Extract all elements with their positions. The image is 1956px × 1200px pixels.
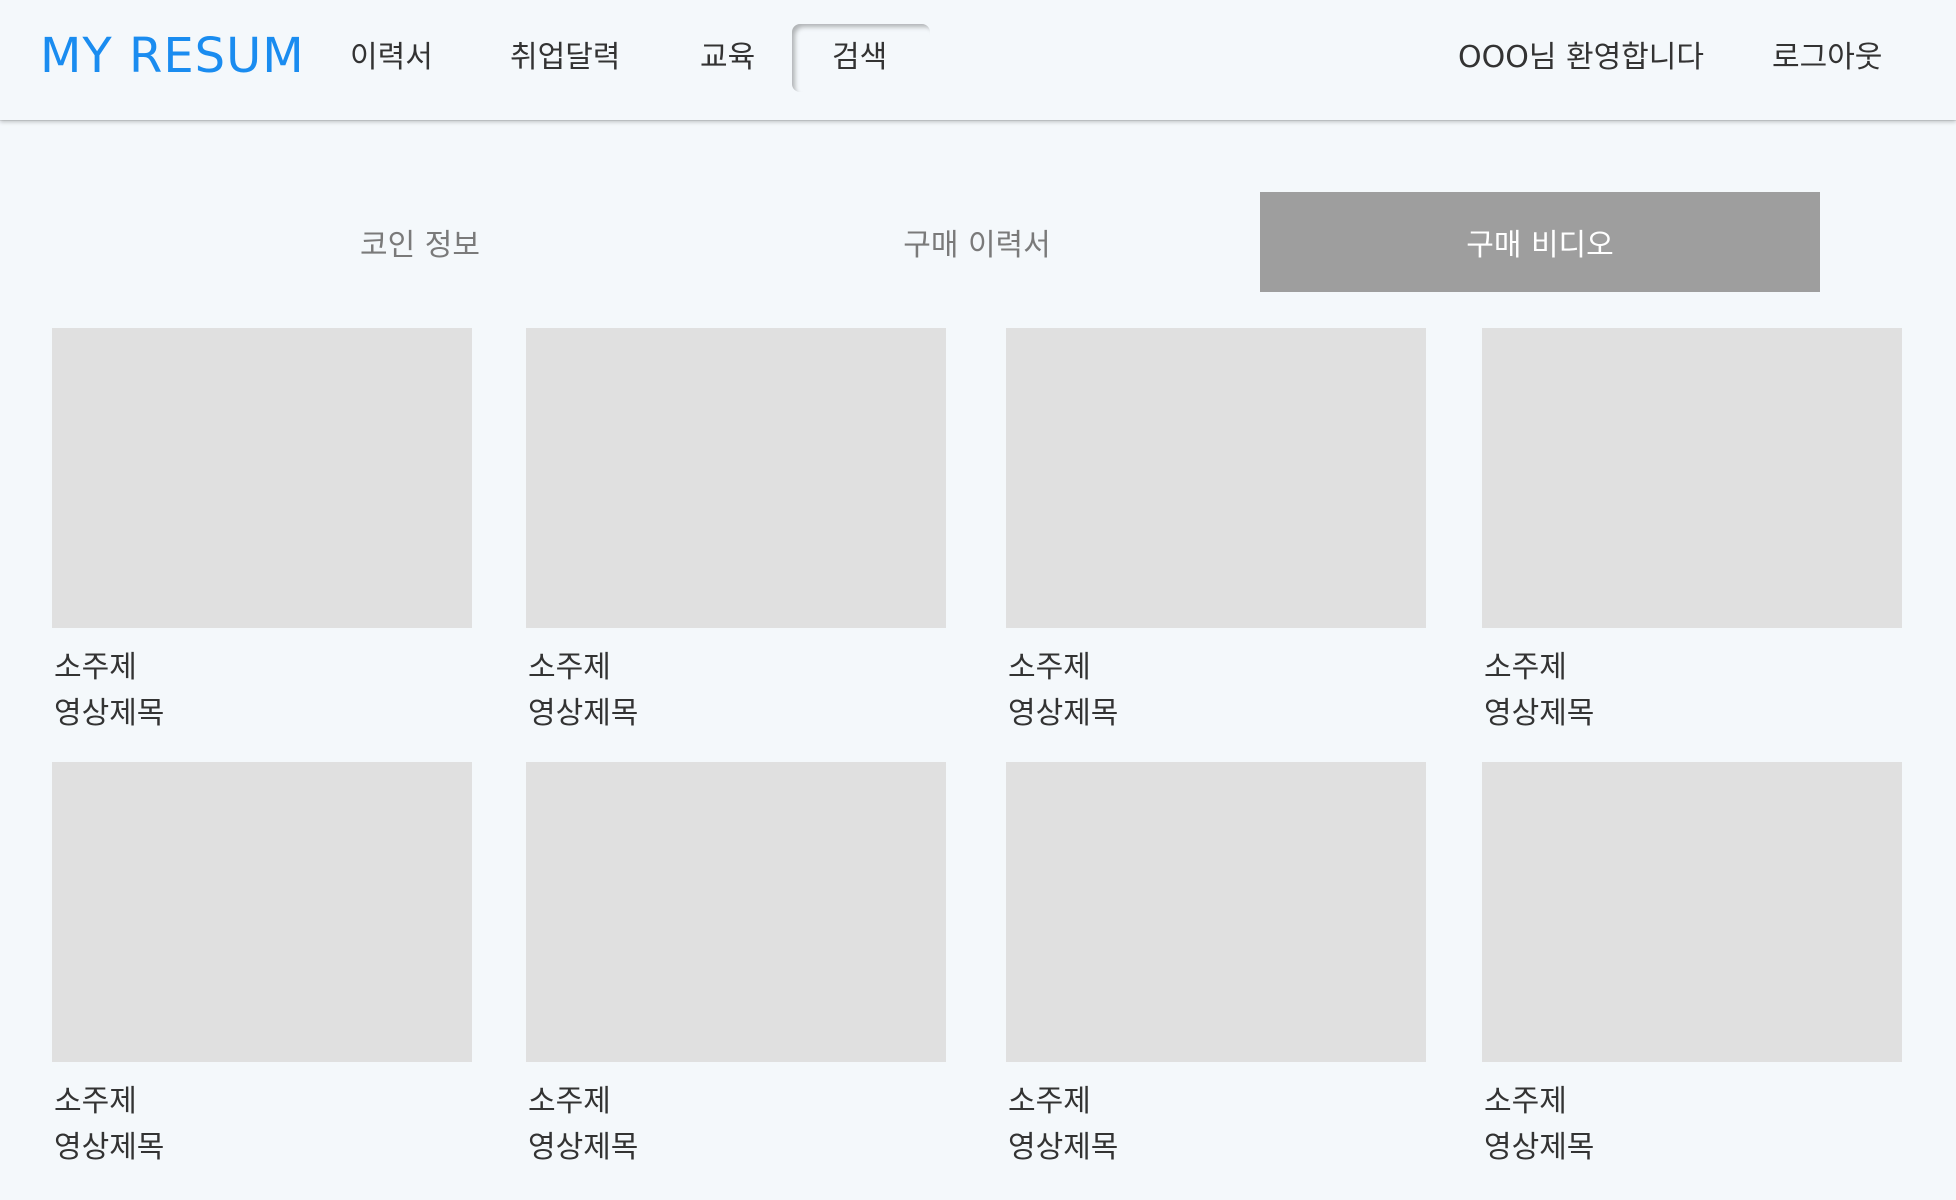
video-thumbnail[interactable] xyxy=(1482,328,1902,628)
nav-search[interactable]: 검색 xyxy=(792,24,930,92)
video-title: 영상제목 xyxy=(54,1130,165,1165)
video-card[interactable]: 소주제 영상제목 xyxy=(52,328,472,748)
top-navigation-bar: MY RESUM 이력서 취업달력 교육 검색 OOO님 환영합니다 로그아웃 xyxy=(0,0,1956,120)
video-thumbnail[interactable] xyxy=(526,762,946,1062)
video-title: 영상제목 xyxy=(1484,1130,1595,1165)
video-title: 영상제목 xyxy=(1484,696,1595,731)
nav-search-label: 검색 xyxy=(832,40,888,75)
nav-resume[interactable]: 이력서 xyxy=(350,36,433,80)
nav-job-calendar[interactable]: 취업달력 xyxy=(510,36,620,80)
nav-education[interactable]: 교육 xyxy=(700,36,755,80)
video-title: 영상제목 xyxy=(54,696,165,731)
video-thumbnail[interactable] xyxy=(1006,328,1426,628)
video-card[interactable]: 소주제 영상제목 xyxy=(1482,762,1902,1182)
video-topic: 소주제 xyxy=(1484,1084,1567,1119)
tab-purchased-resumes[interactable]: 구매 이력서 xyxy=(697,192,1257,292)
video-thumbnail[interactable] xyxy=(52,328,472,628)
welcome-message: OOO님 환영합니다 xyxy=(1458,40,1704,75)
video-topic: 소주제 xyxy=(54,1084,137,1119)
site-logo[interactable]: MY RESUM xyxy=(40,26,305,86)
tab-coin-info-label: 코인 정보 xyxy=(360,228,480,263)
tab-purchased-videos-label: 구매 비디오 xyxy=(1466,228,1614,263)
video-card[interactable]: 소주제 영상제목 xyxy=(1482,328,1902,748)
video-topic: 소주제 xyxy=(54,650,137,685)
tab-purchased-videos[interactable]: 구매 비디오 xyxy=(1260,192,1820,292)
video-topic: 소주제 xyxy=(1008,650,1091,685)
video-topic: 소주제 xyxy=(1484,650,1567,685)
video-thumbnail[interactable] xyxy=(52,762,472,1062)
video-card[interactable]: 소주제 영상제목 xyxy=(526,328,946,748)
video-thumbnail[interactable] xyxy=(526,328,946,628)
video-card[interactable]: 소주제 영상제목 xyxy=(52,762,472,1182)
video-topic: 소주제 xyxy=(528,1084,611,1119)
video-card[interactable]: 소주제 영상제목 xyxy=(1006,328,1426,748)
video-title: 영상제목 xyxy=(528,696,639,731)
video-topic: 소주제 xyxy=(1008,1084,1091,1119)
video-card[interactable]: 소주제 영상제목 xyxy=(526,762,946,1182)
logout-button[interactable]: 로그아웃 xyxy=(1772,36,1882,80)
video-title: 영상제목 xyxy=(1008,1130,1119,1165)
video-topic: 소주제 xyxy=(528,650,611,685)
video-thumbnail[interactable] xyxy=(1482,762,1902,1062)
video-card[interactable]: 소주제 영상제목 xyxy=(1006,762,1426,1182)
video-thumbnail[interactable] xyxy=(1006,762,1426,1062)
video-title: 영상제목 xyxy=(1008,696,1119,731)
tab-purchased-resumes-label: 구매 이력서 xyxy=(903,228,1051,263)
tab-coin-info[interactable]: 코인 정보 xyxy=(140,192,700,292)
video-title: 영상제목 xyxy=(528,1130,639,1165)
